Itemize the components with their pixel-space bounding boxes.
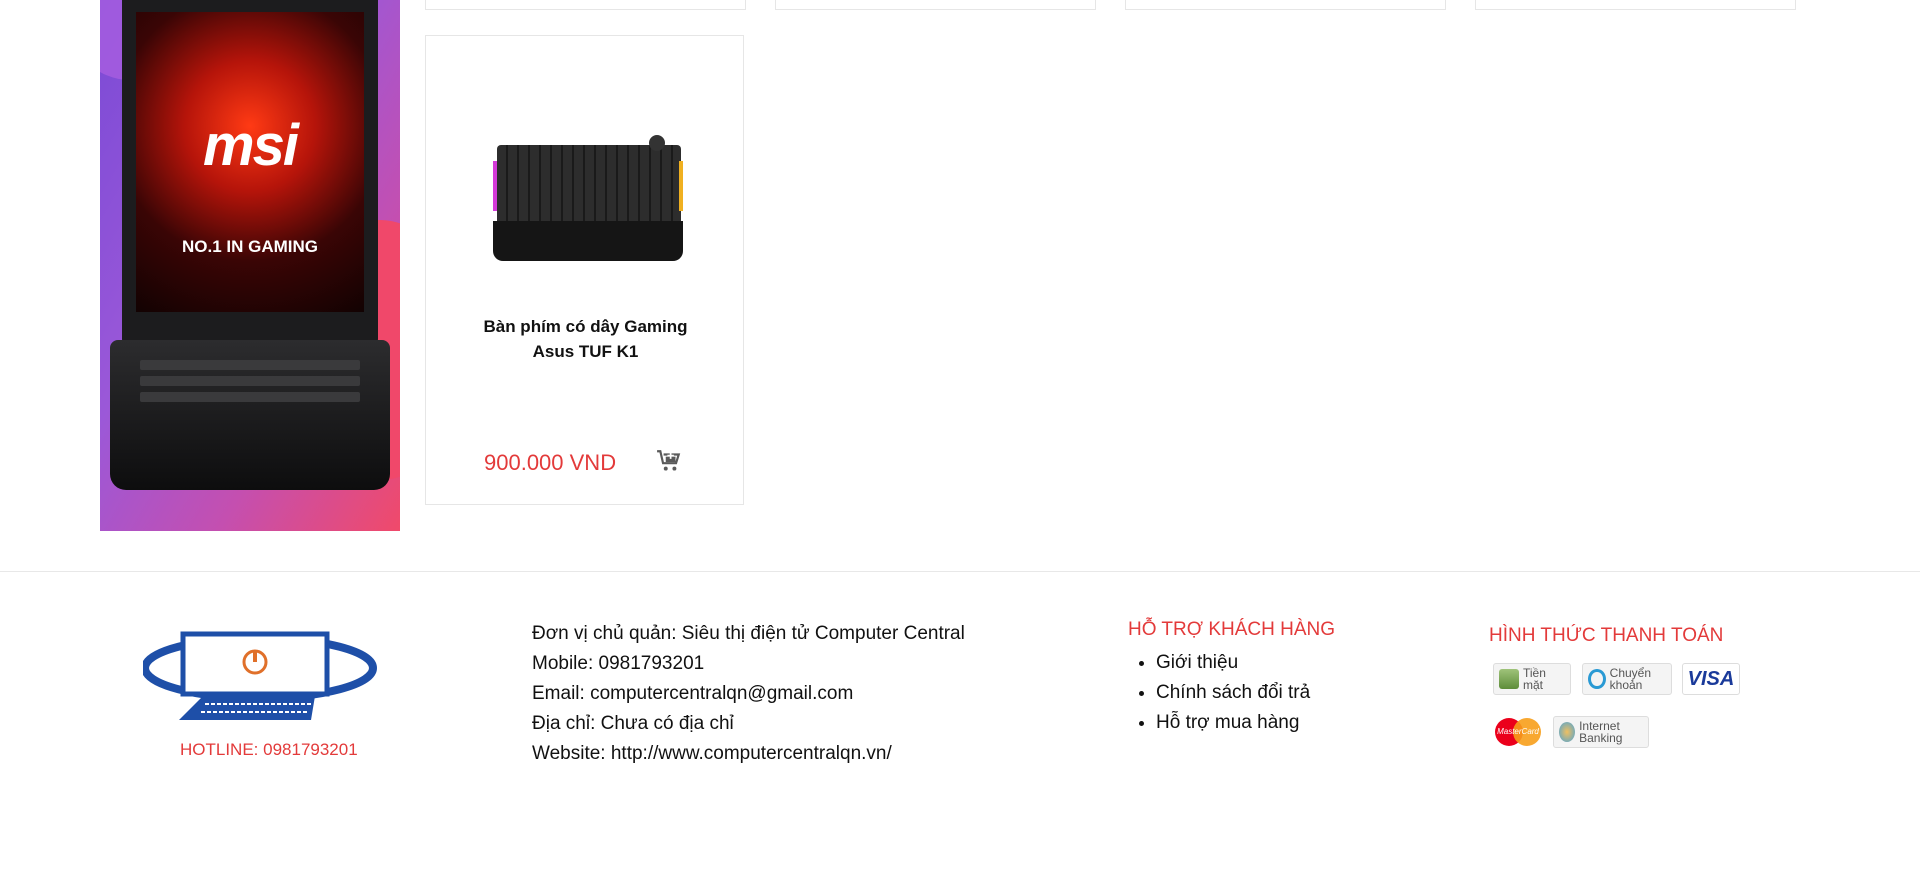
payment-title: HÌNH THỨC THANH TOÁN <box>1489 625 1724 646</box>
transfer-icon <box>1588 669 1606 689</box>
visa-logo: VISA <box>1682 663 1740 695</box>
support-link-about[interactable]: Giới thiệu <box>1156 648 1310 678</box>
company-owner: Đơn vị chủ quản: Siêu thị điện tử Comput… <box>532 623 965 644</box>
msi-logo: msi <box>203 113 299 178</box>
globe-icon <box>1559 722 1576 742</box>
support-title: HỖ TRỢ KHÁCH HÀNG <box>1128 619 1336 640</box>
keyboard-image[interactable] <box>493 121 683 266</box>
mastercard-logo: MasterCard <box>1493 716 1543 748</box>
product-price: 900.000 VND <box>484 450 617 475</box>
mastercard-label: MasterCard <box>1497 727 1539 736</box>
support-link-purchase-help[interactable]: Hỗ trợ mua hàng <box>1156 708 1310 738</box>
company-website: Website: http://www.computercentralqn.vn… <box>532 743 892 764</box>
company-mobile: Mobile: 0981793201 <box>532 653 705 674</box>
support-list: Giới thiệu Chính sách đổi trả Hỗ trợ mua… <box>1128 648 1310 738</box>
keyboard-rgb-left <box>493 161 497 211</box>
product-card-partial[interactable] <box>775 0 1096 10</box>
product-card-partial[interactable] <box>1125 0 1446 10</box>
keyboard-keys <box>497 145 681 229</box>
laptop-lid: msi NO.1 IN GAMING <box>122 0 378 345</box>
footer-divider <box>0 571 1920 572</box>
product-card-partial[interactable] <box>425 0 746 10</box>
company-address: Địa chỉ: Chưa có địa chỉ <box>532 713 734 734</box>
banner-tagline: NO.1 IN GAMING <box>181 237 318 256</box>
payment-cash: Tiền mặt <box>1493 663 1571 695</box>
company-info: Đơn vị chủ quản: Siêu thị điện tử Comput… <box>532 619 965 769</box>
laptop-keys <box>140 360 360 370</box>
payment-cash-label: Tiền mặt <box>1522 666 1546 692</box>
product-card-partial[interactable] <box>1475 0 1796 10</box>
product-name[interactable]: Bàn phím có dây Gaming Asus TUF K1 <box>466 314 705 364</box>
laptop-screen: msi NO.1 IN GAMING <box>136 12 364 312</box>
keyboard-knob <box>649 135 665 151</box>
msi-banner[interactable]: msi NO.1 IN GAMING <box>100 0 400 531</box>
keyboard-rgb-right <box>679 161 683 211</box>
payment-internet-banking-label: Internet Banking <box>1579 719 1623 745</box>
laptop-keys <box>140 392 360 402</box>
add-to-cart-icon[interactable] <box>656 448 682 474</box>
laptop-keys <box>140 376 360 386</box>
cash-icon <box>1499 669 1519 689</box>
hotline: HOTLINE: 0981793201 <box>180 740 358 759</box>
payment-transfer-label: Chuyển khoản <box>1609 666 1652 692</box>
support-link-return-policy[interactable]: Chính sách đổi trả <box>1156 678 1310 708</box>
laptop-base <box>110 340 390 490</box>
company-email: Email: computercentralqn@gmail.com <box>532 683 854 704</box>
computer-central-logo[interactable] <box>141 624 379 724</box>
payment-transfer: Chuyển khoản <box>1582 663 1672 695</box>
product-card[interactable]: Bàn phím có dây Gaming Asus TUF K1 900.0… <box>425 35 744 505</box>
keyboard-wrist-rest <box>493 221 683 261</box>
payment-internet-banking: Internet Banking <box>1553 716 1649 748</box>
